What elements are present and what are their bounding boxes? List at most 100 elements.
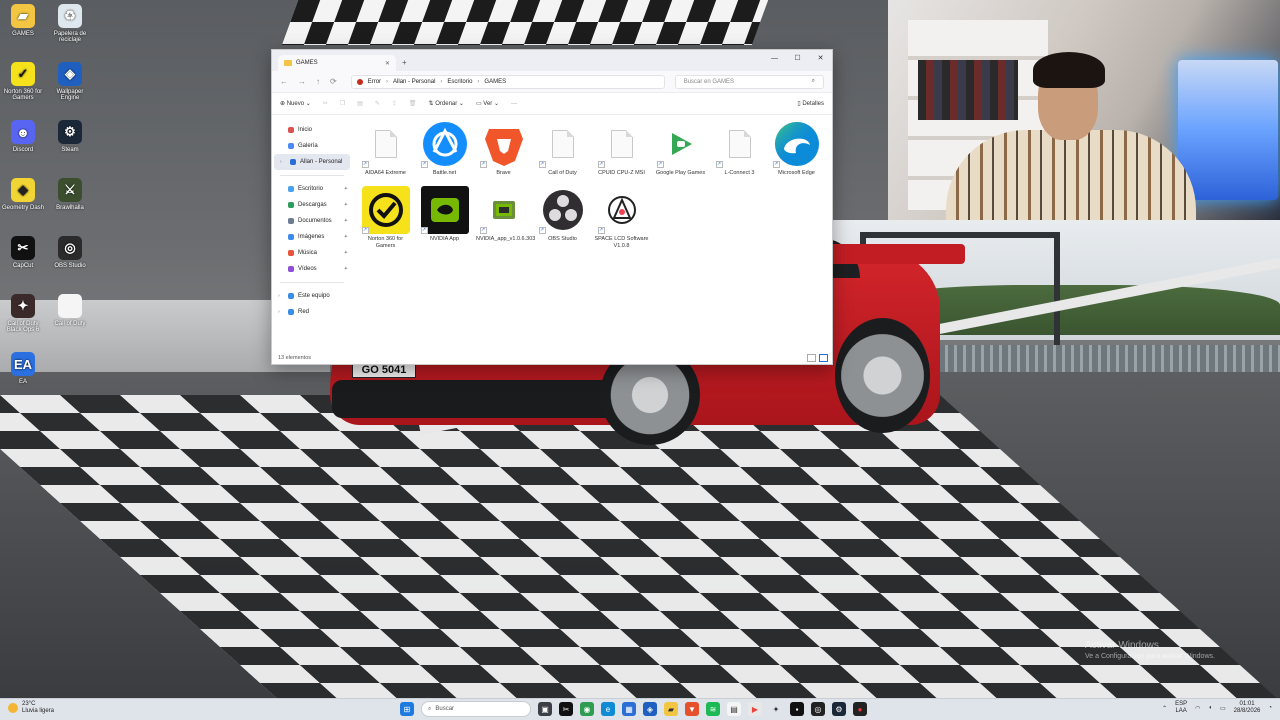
file-item[interactable]: ↗ Call of Duty [535, 120, 590, 177]
volume-icon[interactable]: ◖ [1208, 705, 1212, 711]
large-icons-view-button[interactable] [819, 354, 828, 362]
back-button[interactable]: ← [280, 77, 288, 86]
chevron-right-icon[interactable]: › [278, 309, 280, 315]
windows-start-icon[interactable]: ⊞ [400, 702, 414, 716]
desktop-icon-folder[interactable]: ▰ GAMES [0, 4, 46, 37]
wallpaper-engine-icon[interactable]: ◈ [643, 702, 657, 716]
desktop-icon-wallpaper-engine[interactable]: ◈ Wallpaper Engine [47, 62, 93, 101]
new-tab-button[interactable]: + [402, 58, 407, 67]
file-item[interactable]: ↗ Google Play Games [653, 120, 708, 177]
new-button[interactable]: ⊕ Nuevo ⌄ [280, 100, 311, 107]
steam-icon[interactable]: ⚙ [832, 702, 846, 716]
file-item[interactable]: ↗ NVIDIA App [417, 186, 472, 243]
address-bar[interactable]: Error › Allan - Personal › Escritorio › … [350, 74, 665, 89]
view-button[interactable]: ▭ Ver ⌄ [476, 100, 499, 107]
minimize-button[interactable]: — [763, 50, 786, 66]
taskbar-search[interactable]: ⌕ Buscar [421, 701, 531, 717]
close-tab-icon[interactable]: ✕ [385, 60, 390, 67]
maximize-button[interactable]: ☐ [786, 50, 809, 66]
sidebar-item-desktop[interactable]: Escritorio ✦ [272, 181, 352, 197]
up-button[interactable]: ↑ [316, 77, 320, 86]
copy-icon[interactable]: ❐ [340, 100, 345, 107]
chevron-right-icon[interactable]: › [280, 159, 282, 165]
capture-icon[interactable]: ▪ [790, 702, 804, 716]
breadcrumb-personal[interactable]: Allan - Personal [393, 79, 435, 85]
sidebar-item-home[interactable]: Inicio [272, 122, 352, 138]
weather-widget[interactable]: 23°C Lluvia ligera [8, 701, 54, 715]
pin-icon: ✦ [343, 202, 348, 208]
file-item[interactable]: ↗ Microsoft Edge [769, 120, 824, 177]
language-indicator[interactable]: ESP LAA [1175, 701, 1187, 715]
brave-icon[interactable]: ▼ [685, 702, 699, 716]
desktop-icon-norton[interactable]: ✓ Norton 360 for Gamers [0, 62, 46, 101]
desktop-icon-brawlhalla[interactable]: ⚔ Brawlhalla [47, 178, 93, 211]
sidebar-item-pictures[interactable]: Imágenes ✦ [272, 229, 352, 245]
battery-icon[interactable]: ▭ [1220, 705, 1226, 712]
file-item[interactable]: ↗ NVIDIA_app_v1.0.6.303 [476, 186, 535, 243]
desktop-icon-call-of-duty[interactable]: ✦ Call of Duty Black Ops 6 [0, 294, 46, 333]
sidebar-item-gallery[interactable]: Galería [272, 138, 352, 154]
desktop-icon-steam[interactable]: ⚙ Steam [47, 120, 93, 153]
desktop-icon-capcut[interactable]: ✂ CapCut [0, 236, 46, 269]
rename-icon[interactable]: ✎ [375, 100, 380, 107]
desktop-icon-ea[interactable]: EA EA [0, 352, 46, 385]
notepad-icon[interactable]: ▤ [727, 702, 741, 716]
sidebar-item-documents[interactable]: Documentos ✦ [272, 213, 352, 229]
breadcrumb-error[interactable]: Error [368, 79, 381, 85]
file-item[interactable]: ↗ SPACE LCD Software V1.0.8 [594, 186, 649, 250]
obs-icon[interactable]: ◎ [811, 702, 825, 716]
sidebar-item-this-pc[interactable]: › Este equipo [272, 288, 352, 304]
desktop-icon-file[interactable]: Call of Duty [47, 294, 93, 327]
chrome-icon[interactable]: ◉ [580, 702, 594, 716]
brawlhalla-icon: ⚔ [58, 178, 82, 202]
sidebar-item-videos[interactable]: Vídeos ✦ [272, 261, 352, 277]
file-item[interactable]: ↗ CPUID CPU-Z MSI [594, 120, 649, 177]
sidebar-item-music[interactable]: Música ✦ [272, 245, 352, 261]
cut-icon[interactable]: ✂ [323, 100, 328, 107]
explorer-tab[interactable]: GAMES ✕ [278, 55, 396, 71]
wifi-icon[interactable]: ◠ [1195, 705, 1200, 712]
sidebar-item-network[interactable]: › Red [272, 304, 352, 320]
details-view-button[interactable] [807, 354, 816, 362]
close-button[interactable]: ✕ [809, 50, 832, 66]
sidebar-item-cloud[interactable]: › Allan - Personal [274, 154, 350, 170]
breadcrumb-desktop[interactable]: Escritorio [447, 79, 472, 85]
details-button[interactable]: ▯ Detalles [797, 100, 824, 107]
file-item[interactable]: ↗ OBS Studio [535, 186, 590, 243]
desktop-icon-label: Call of Duty [54, 321, 86, 327]
chevron-up-icon[interactable]: ⌃ [1162, 705, 1167, 712]
more-options-button[interactable]: ··· [511, 101, 517, 107]
search-input[interactable]: Buscar en GAMES ⌕ [674, 74, 824, 89]
extra-icon[interactable]: ✦ [769, 702, 783, 716]
edge-icon[interactable]: e [601, 702, 615, 716]
desktop-icon-recycle-bin[interactable]: ♻ Papelera de reciclaje [47, 4, 93, 43]
chevron-right-icon[interactable]: › [278, 293, 280, 299]
recording-app-icon[interactable]: ● [853, 702, 867, 716]
forward-button[interactable]: → [298, 77, 306, 86]
notifications-icon[interactable]: ◔ [1268, 705, 1272, 711]
task-view-icon[interactable]: ▣ [538, 702, 552, 716]
clock[interactable]: 01:01 28/8/2026 [1234, 701, 1261, 715]
file-item[interactable]: ↗ L-Connect 3 [712, 120, 767, 177]
desktop-icon-discord[interactable]: ☻ Discord [0, 120, 46, 153]
delete-icon[interactable]: 🗑 [409, 100, 417, 107]
store-icon[interactable]: ▦ [622, 702, 636, 716]
sort-button[interactable]: ⇅ Ordenar ⌄ [429, 100, 464, 107]
desktop-icon-obs[interactable]: ◎ OBS Studio [47, 236, 93, 269]
tab-title: GAMES [296, 60, 318, 66]
file-item[interactable]: ↗ AIDA64 Extreme [358, 120, 413, 177]
capcut-icon[interactable]: ✂ [559, 702, 573, 716]
google-play-games-icon[interactable]: ▶ [748, 702, 762, 716]
breadcrumb-games[interactable]: GAMES [484, 79, 506, 85]
file-item[interactable]: ↗ Brave [476, 120, 531, 177]
file-item[interactable]: ↗ Battle.net [417, 120, 472, 177]
taskbar: 23°C Lluvia ligera ⊞ ⌕ Buscar ▣ ✂ ◉ e ▦ … [0, 698, 1280, 720]
paste-icon[interactable]: ▤ [357, 100, 363, 107]
refresh-button[interactable]: ⟳ [330, 77, 337, 86]
share-icon[interactable]: ⇪ [392, 100, 397, 107]
file-explorer-icon[interactable]: ▰ [664, 702, 678, 716]
sidebar-item-downloads[interactable]: Descargas ✦ [272, 197, 352, 213]
spotify-icon[interactable]: ≋ [706, 702, 720, 716]
file-item[interactable]: ↗ Norton 360 for Gamers [358, 186, 413, 250]
desktop-icon-geometry-dash[interactable]: ◆ Geometry Dash [0, 178, 46, 211]
